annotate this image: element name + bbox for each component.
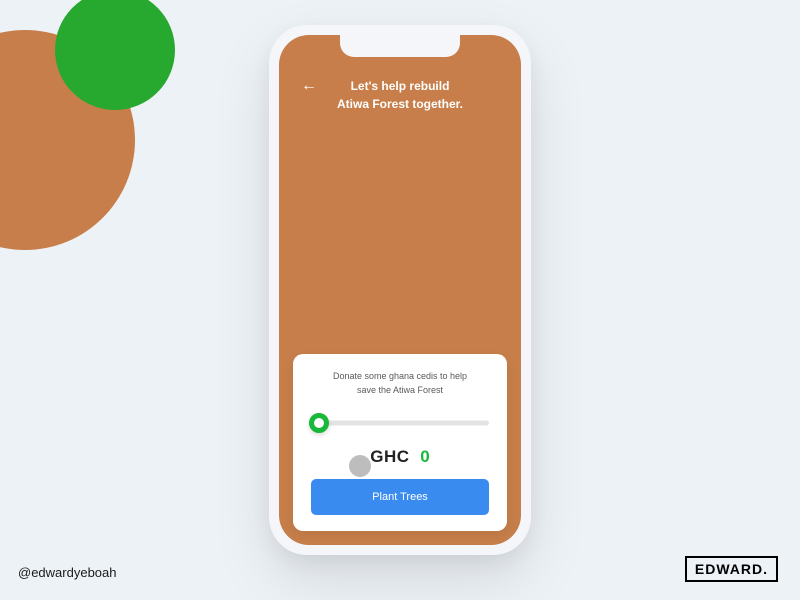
- currency-label: GHC: [370, 447, 409, 466]
- prompt-line-2: save the Atiwa Forest: [311, 384, 489, 398]
- cta-label: Plant Trees: [372, 491, 428, 503]
- headline-line-1: Let's help rebuild: [279, 77, 521, 95]
- amount-slider[interactable]: [311, 413, 489, 433]
- slider-thumb[interactable]: [309, 413, 329, 433]
- phone-mockup: ← Let's help rebuild Atiwa Forest togeth…: [269, 25, 531, 555]
- decor-circle-green: [55, 0, 175, 110]
- author-logo: EDWARD.: [685, 556, 778, 582]
- slider-track: [311, 421, 489, 426]
- amount-display: GHC 0: [311, 447, 489, 467]
- amount-value: 0: [420, 447, 429, 466]
- plant-trees-button[interactable]: Plant Trees: [311, 479, 489, 515]
- page-title: Let's help rebuild Atiwa Forest together…: [279, 77, 521, 113]
- author-handle: @edwardyeboah: [18, 565, 116, 580]
- prompt-line-1: Donate some ghana cedis to help: [311, 370, 489, 384]
- phone-notch: [340, 35, 460, 57]
- donation-card: Donate some ghana cedis to help save the…: [293, 354, 507, 531]
- headline-line-2: Atiwa Forest together.: [279, 95, 521, 113]
- donation-prompt: Donate some ghana cedis to help save the…: [311, 370, 489, 397]
- shadow-dot-icon: [349, 455, 371, 477]
- phone-screen: ← Let's help rebuild Atiwa Forest togeth…: [279, 35, 521, 545]
